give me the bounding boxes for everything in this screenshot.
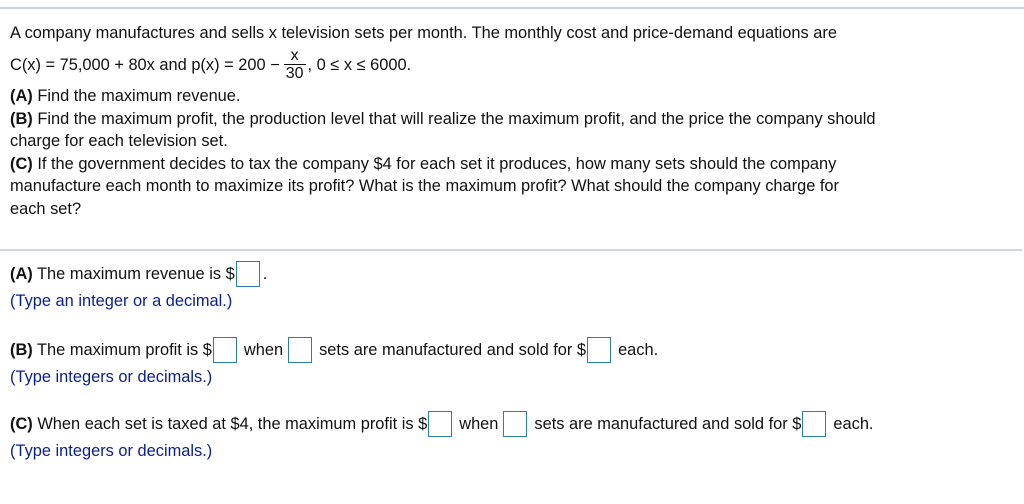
part-c-label: (C) bbox=[10, 154, 33, 173]
answer-b-text-4: each. bbox=[618, 340, 659, 359]
production-level-input[interactable] bbox=[288, 337, 313, 363]
section-divider bbox=[0, 249, 1022, 251]
part-b-text-1: Find the maximum profit, the production … bbox=[32, 109, 876, 128]
equation-line: C(x) = 75,000 + 80x and p(x) = 200 − x 3… bbox=[10, 45, 1020, 85]
price-input[interactable] bbox=[587, 337, 612, 363]
answer-c-text-4: each. bbox=[833, 414, 874, 433]
answer-a-period: . bbox=[262, 264, 268, 283]
part-a-text: Find the maximum revenue. bbox=[32, 87, 241, 105]
answer-a-text: The maximum revenue is $ bbox=[32, 264, 235, 283]
part-c-cont-1: manufacture each month to maximize its p… bbox=[10, 177, 839, 195]
part-a-label: (A) bbox=[10, 87, 33, 105]
answer-a-row: (A) The maximum revenue is $ . bbox=[10, 260, 267, 288]
part-b-cont: charge for each television set. bbox=[10, 132, 228, 150]
part-c-text-1: If the government decides to tax the com… bbox=[32, 154, 837, 173]
question-intro: A company manufactures and sells x telev… bbox=[10, 24, 837, 42]
answer-b-text-1: The maximum profit is $ bbox=[32, 340, 212, 359]
part-a: (A) Find the maximum revenue. bbox=[10, 85, 1020, 108]
fraction-x-over-30: x 30 bbox=[283, 46, 306, 82]
taxed-max-profit-input[interactable] bbox=[428, 411, 453, 437]
question-text: A company manufactures and sells x telev… bbox=[10, 22, 1020, 220]
fraction-numerator: x bbox=[290, 46, 299, 64]
taxed-price-input[interactable] bbox=[802, 411, 827, 437]
equation-prefix: C(x) = 75,000 + 80x and p(x) = 200 − bbox=[10, 55, 280, 74]
answer-c-row: (C) When each set is taxed at $4, the ma… bbox=[10, 410, 874, 438]
max-revenue-input[interactable] bbox=[235, 261, 260, 287]
equation-suffix: , 0 ≤ x ≤ 6000. bbox=[307, 55, 412, 74]
answer-b-text-3: sets are manufactured and sold for $ bbox=[319, 340, 587, 359]
answer-c-text-2: when bbox=[459, 414, 499, 433]
answer-b-hint: (Type integers or decimals.) bbox=[10, 368, 213, 386]
taxed-production-level-input[interactable] bbox=[503, 411, 528, 437]
part-c-cont-2: each set? bbox=[10, 199, 82, 218]
answer-b-row: (B) The maximum profit is $ when sets ar… bbox=[10, 336, 658, 364]
answer-c-text-3: sets are manufactured and sold for $ bbox=[534, 414, 802, 433]
answer-c-text-1: When each set is taxed at $4, the maximu… bbox=[32, 414, 428, 433]
answer-a-label: (A) bbox=[10, 264, 33, 283]
fraction-denominator: 30 bbox=[285, 64, 304, 82]
part-b-label: (B) bbox=[10, 109, 33, 128]
answer-b-text-2: when bbox=[243, 340, 284, 359]
answer-b-label: (B) bbox=[10, 340, 33, 359]
answer-a-hint: (Type an integer or a decimal.) bbox=[10, 292, 233, 310]
part-b: (B) Find the maximum profit, the product… bbox=[10, 108, 1020, 131]
answer-c-label: (C) bbox=[10, 414, 33, 433]
answer-c-hint: (Type integers or decimals.) bbox=[10, 442, 213, 460]
max-profit-input[interactable] bbox=[212, 337, 237, 363]
part-c: (C) If the government decides to tax the… bbox=[10, 153, 1020, 176]
top-divider bbox=[0, 7, 1024, 9]
